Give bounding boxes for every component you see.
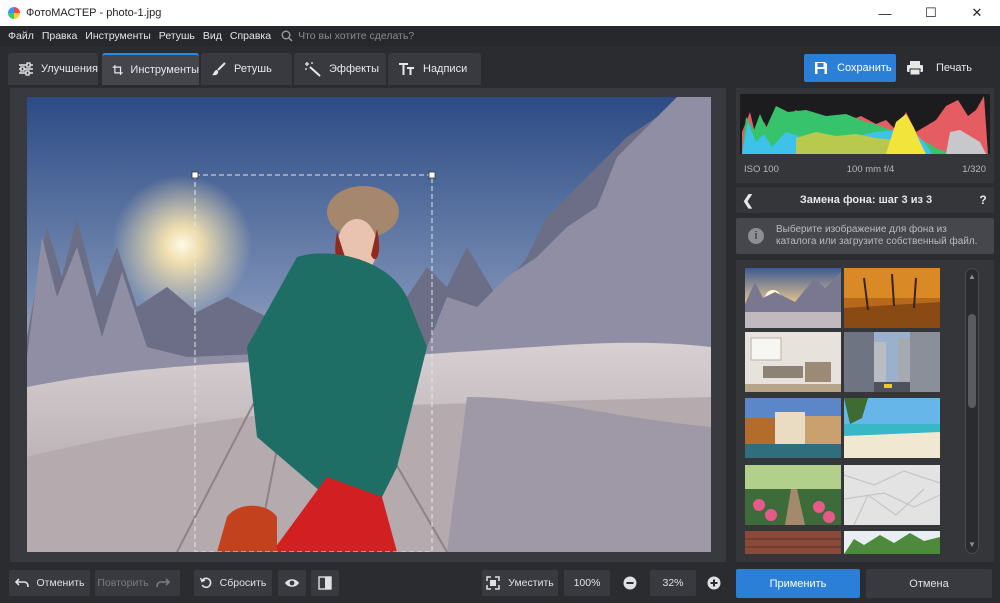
zoom-100-button[interactable]: 100% [564, 570, 610, 596]
reset-button[interactable]: Сбросить [194, 570, 272, 596]
zoom-100-label: 100% [573, 577, 601, 589]
maximize-button[interactable]: ☐ [908, 0, 954, 26]
close-button[interactable]: ✕ [954, 0, 1000, 26]
reset-icon [199, 577, 212, 589]
redo-icon [155, 578, 170, 588]
menu-view[interactable]: Вид [199, 30, 226, 42]
undo-button[interactable]: Отменить [9, 570, 90, 596]
menu-bar: Файл Правка Инструменты Ретушь Вид Справ… [0, 26, 1000, 46]
menu-file[interactable]: Файл [4, 30, 38, 42]
app-logo-icon [8, 7, 20, 19]
save-button[interactable]: Сохранить [804, 54, 896, 82]
print-button[interactable]: Печать [900, 54, 992, 82]
menu-tools[interactable]: Инструменты [81, 30, 154, 42]
reset-label: Сбросить [219, 577, 267, 589]
apply-button[interactable]: Применить [736, 569, 860, 598]
menu-edit[interactable]: Правка [38, 30, 81, 42]
gallery-thumb[interactable] [844, 268, 940, 328]
gallery-scrollbar[interactable] [965, 268, 979, 554]
gallery-thumb[interactable] [844, 531, 940, 554]
help-button[interactable]: ? [972, 193, 994, 207]
scroll-down-icon[interactable]: ▼ [968, 540, 976, 549]
tab-enhancements[interactable]: Улучшения [8, 53, 98, 85]
preview-button[interactable] [278, 570, 306, 596]
menu-search[interactable]: Что вы хотите сделать? [281, 30, 414, 42]
compare-icon [318, 576, 332, 590]
gallery-thumb[interactable] [745, 332, 841, 392]
tab-tools[interactable]: Инструменты [102, 53, 199, 85]
zoom-out-icon [623, 576, 637, 590]
minimize-button[interactable]: — [862, 0, 908, 26]
photo-canvas[interactable] [27, 97, 711, 552]
tab-effects[interactable]: Эффекты [294, 53, 386, 85]
window-title: ФотоМАСТЕР - photo-1.jpg [26, 7, 162, 19]
printer-icon [907, 61, 923, 76]
step-title: Замена фона: шаг 3 из 3 [799, 194, 933, 206]
gallery-thumb[interactable] [844, 332, 940, 392]
gallery-thumb[interactable] [844, 398, 940, 458]
shutter-value: 1/320 [962, 163, 986, 175]
photo-image [27, 97, 711, 552]
menu-help[interactable]: Справка [226, 30, 275, 42]
search-placeholder: Что вы хотите сделать? [298, 30, 415, 42]
gallery-thumb[interactable] [745, 531, 841, 554]
save-icon [815, 62, 827, 74]
undo-label: Отменить [36, 577, 85, 589]
undo-icon [14, 578, 29, 588]
histogram-graph [740, 94, 990, 154]
histogram-info: ISO 100 100 mm f/4 1/320 [736, 158, 994, 180]
print-label: Печать [936, 62, 973, 74]
step-header: ❮ Замена фона: шаг 3 из 3 ? [736, 187, 994, 213]
eye-icon [285, 579, 299, 587]
gallery-thumb[interactable] [844, 465, 940, 525]
cancel-button[interactable]: Отмена [866, 569, 992, 598]
sliders-icon [18, 62, 33, 76]
tab-label: Эффекты [329, 63, 380, 75]
zoom-in-icon [707, 576, 721, 590]
fit-button[interactable]: Уместить [482, 570, 558, 596]
toolbar: Улучшения Инструменты Ретушь Эффекты Над… [0, 46, 1000, 88]
redo-label: Повторить [97, 577, 149, 589]
tab-label: Надписи [423, 63, 468, 75]
tab-label: Инструменты [130, 64, 199, 76]
gallery-thumb[interactable] [745, 268, 841, 328]
gallery-scroll-thumb[interactable] [968, 314, 976, 408]
title-bar: ФотоМАСТЕР - photo-1.jpg — ☐ ✕ [0, 0, 1000, 26]
back-chevron-icon[interactable]: ❮ [736, 192, 760, 209]
tab-retouch[interactable]: Ретушь [201, 53, 292, 85]
hint-line-1: Выберите изображение для фона из [776, 224, 947, 235]
compare-button[interactable] [311, 570, 339, 596]
hint-box: i Выберите изображение для фона из катал… [736, 218, 994, 254]
lens-value: 100 mm f/4 [846, 163, 895, 175]
zoom-in-button[interactable] [701, 570, 727, 596]
gallery-thumb[interactable] [745, 465, 841, 525]
gallery-thumb[interactable] [745, 398, 841, 458]
menu-retouch[interactable]: Ретушь [155, 30, 199, 42]
iso-value: ISO 100 [744, 163, 779, 175]
search-icon [281, 30, 293, 42]
hint-line-2: каталога или загрузите собственный файл. [776, 236, 978, 247]
crop-icon [112, 65, 123, 75]
scroll-up-icon[interactable]: ▲ [968, 272, 976, 281]
info-icon: i [748, 228, 764, 244]
tab-label: Ретушь [234, 63, 272, 75]
text-icon [399, 63, 414, 75]
fit-label: Уместить [508, 577, 554, 589]
fit-screen-icon [486, 576, 501, 590]
zoom-out-button[interactable] [617, 570, 643, 596]
zoom-value[interactable]: 32% [650, 570, 696, 596]
save-label: Сохранить [837, 62, 892, 74]
tab-text[interactable]: Надписи [388, 53, 481, 85]
brush-icon [212, 62, 226, 76]
zoom-value-label: 32% [662, 577, 684, 589]
redo-button[interactable]: Повторить [95, 570, 180, 596]
tab-label: Улучшения [40, 63, 98, 75]
magic-wand-icon [305, 62, 321, 77]
